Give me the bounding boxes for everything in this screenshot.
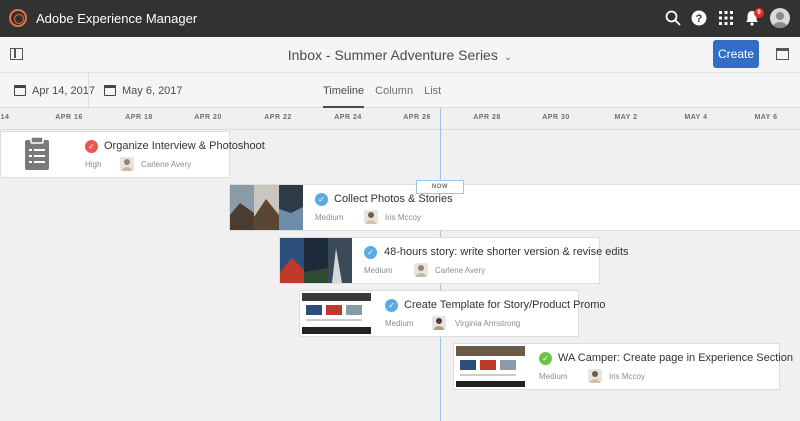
task-card[interactable]: ✓ Create Template for Story/Product Prom… (299, 290, 606, 337)
assignee-avatar (432, 316, 446, 330)
task-card[interactable]: ✓ Organize Interview & Photoshoot High C… (0, 131, 265, 178)
svg-text:?: ? (696, 13, 703, 25)
task-title: Create Template for Story/Product Promo (404, 299, 606, 311)
task-thumbnail (300, 291, 373, 336)
notification-badge: 9 (754, 8, 764, 18)
divider (88, 73, 89, 108)
page-template-thumbnail (300, 291, 373, 336)
assignee-avatar (414, 263, 428, 277)
inbox-header: Inbox - Summer Adventure Series ⌄ Create (0, 37, 800, 72)
assignee-avatar (120, 157, 134, 171)
axis-tick: APR 26 (403, 114, 431, 121)
start-date-label: Apr 14, 2017 (32, 84, 95, 97)
calendar-icon (104, 85, 116, 96)
assignee-avatar (588, 369, 602, 383)
task-title: WA Camper: Create page in Experience Sec… (558, 352, 793, 364)
photo-thumbnail (279, 185, 303, 230)
task-priority: Medium (315, 213, 344, 222)
create-button[interactable]: Create (713, 40, 759, 68)
axis-tick: APR 24 (334, 114, 362, 121)
task-thumbnails (230, 185, 303, 230)
status-icon: ✓ (539, 352, 552, 365)
tab-list[interactable]: List (424, 73, 441, 108)
task-priority: Medium (364, 266, 393, 275)
axis-tick: APR 18 (125, 114, 153, 121)
task-priority: Medium (385, 319, 414, 328)
solutions-grid-icon[interactable] (717, 9, 735, 27)
view-tabs: Timeline Column List (323, 73, 452, 108)
end-date-label: May 6, 2017 (122, 84, 183, 97)
search-icon[interactable] (664, 9, 682, 27)
task-card[interactable]: ✓ WA Camper: Create page in Experience S… (453, 343, 793, 390)
status-icon: ✓ (385, 299, 398, 312)
page-title: Inbox - Summer Adventure Series (287, 47, 498, 63)
task-thumbnails (280, 238, 352, 283)
axis-tick: MAY 2 (614, 114, 638, 121)
end-date-picker[interactable]: May 6, 2017 (104, 73, 183, 108)
task-title: Collect Photos & Stories (334, 193, 453, 205)
clipboard-icon (25, 136, 49, 170)
axis-tick: APR 22 (264, 114, 292, 121)
page-template-thumbnail (454, 344, 527, 389)
timeline-toolbar: Apr 14, 2017 May 6, 2017 Timeline Column… (0, 72, 800, 108)
inbox-title-dropdown[interactable]: Inbox - Summer Adventure Series ⌄ (0, 47, 800, 63)
user-avatar[interactable] (770, 8, 790, 28)
axis-tick: MAY 4 (684, 114, 708, 121)
top-bar: Adobe Experience Manager ? 9 (0, 0, 800, 37)
now-marker: NOW (416, 180, 464, 194)
calendar-icon[interactable] (776, 48, 789, 60)
task-title: Organize Interview & Photoshoot (104, 140, 265, 152)
axis-tick: APR 20 (194, 114, 222, 121)
axis-tick: APR 28 (473, 114, 501, 121)
photo-thumbnail (254, 185, 279, 230)
timeline-axis: 14 APR 16 APR 18 APR 20 APR 22 APR 24 AP… (0, 108, 800, 130)
assignee-name: Iris Mccoy (385, 213, 421, 222)
chevron-down-icon: ⌄ (503, 52, 513, 63)
status-icon: ✓ (85, 140, 98, 153)
task-priority: Medium (539, 372, 568, 381)
task-card[interactable]: ✓ 48-hours story: write shorter version … (279, 237, 629, 284)
task-thumbnail (454, 344, 527, 389)
task-thumbnail (1, 132, 79, 177)
assignee-name: Carlene Avery (435, 266, 486, 275)
assignee-name: Virginia Armstrong (455, 319, 521, 328)
task-title: 48-hours story: write shorter version & … (384, 246, 629, 258)
photo-thumbnail (280, 238, 304, 283)
photo-thumbnail (328, 238, 352, 283)
status-icon: ✓ (364, 246, 377, 259)
calendar-icon (14, 85, 26, 96)
axis-tick: APR 30 (542, 114, 570, 121)
app-title[interactable]: Adobe Experience Manager (36, 11, 197, 26)
photo-thumbnail (304, 238, 328, 283)
tab-timeline[interactable]: Timeline (323, 73, 365, 108)
assignee-name: Iris Mccoy (609, 372, 645, 381)
axis-tick: MAY 6 (754, 114, 778, 121)
status-icon: ✓ (315, 193, 328, 206)
assignee-name: Carlene Avery (141, 160, 192, 169)
task-priority: High (85, 160, 102, 169)
aem-logo-icon[interactable] (9, 9, 27, 27)
help-icon[interactable]: ? (690, 9, 708, 27)
assignee-avatar (364, 210, 378, 224)
axis-tick: APR 16 (55, 114, 83, 121)
photo-thumbnail (230, 185, 254, 230)
tab-column[interactable]: Column (375, 73, 413, 108)
start-date-picker[interactable]: Apr 14, 2017 (14, 73, 95, 108)
task-card[interactable]: ✓ Collect Photos & Stories Medium Iris M… (229, 184, 800, 231)
axis-tick: 14 (0, 114, 10, 121)
